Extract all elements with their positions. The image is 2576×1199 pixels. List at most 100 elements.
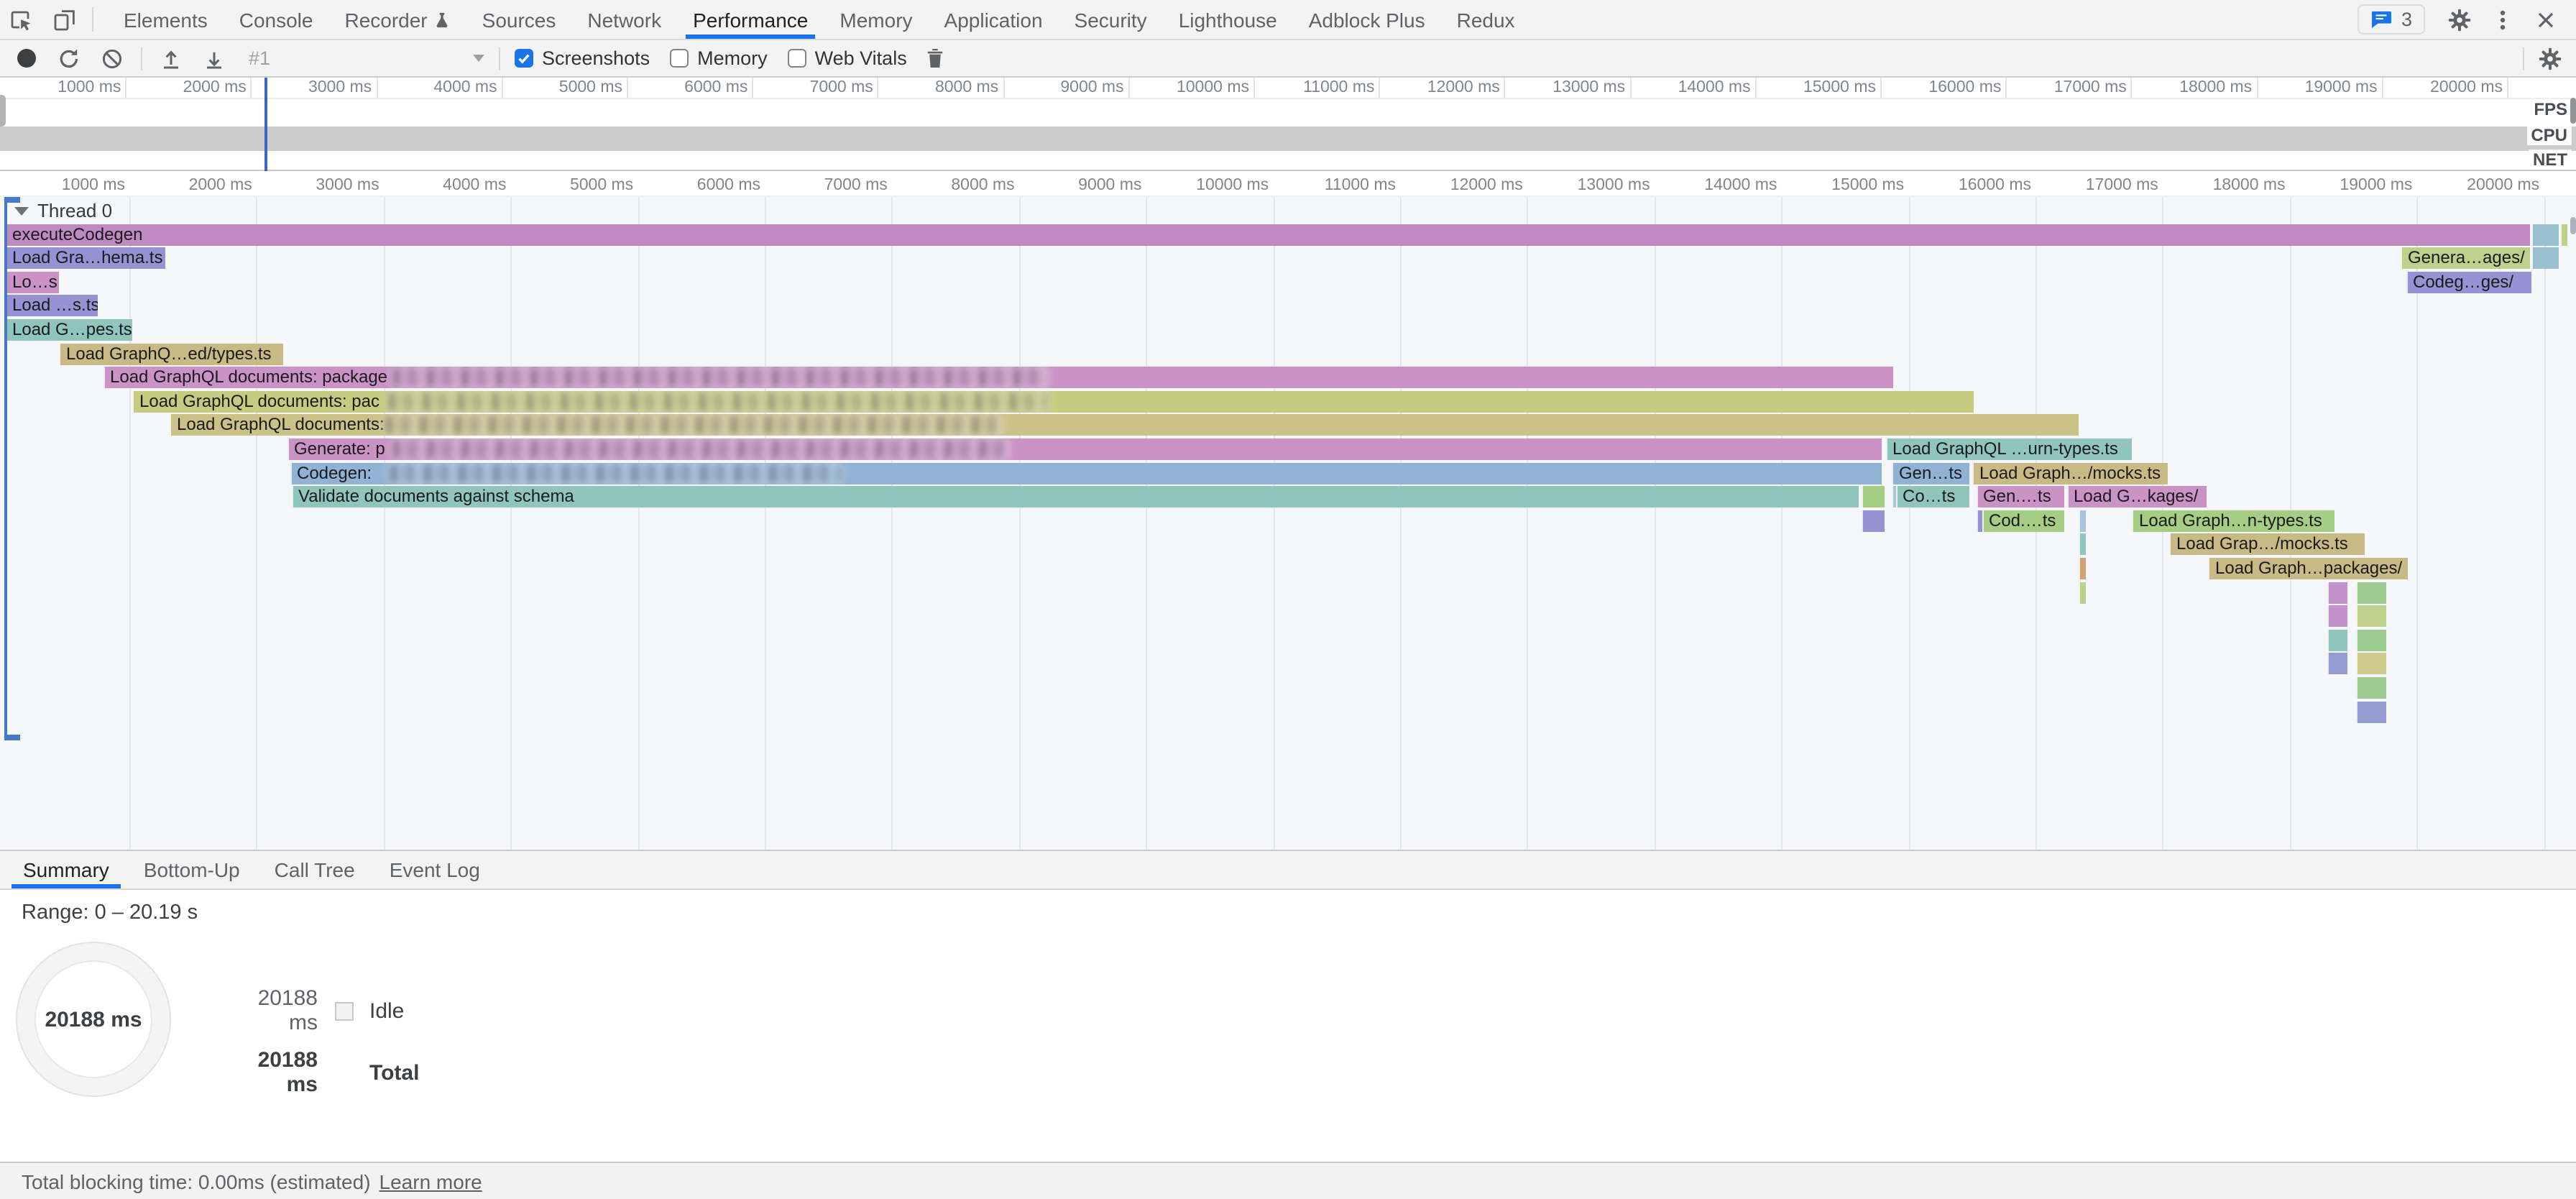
flame-bar[interactable]: Load GraphQL documents: xyxy=(170,415,2078,436)
flame-bar[interactable]: Load GraphQL documents: package xyxy=(103,367,1893,388)
flame-bar-label: Co…ts xyxy=(1903,486,1955,506)
flame-bar-fragment[interactable] xyxy=(2327,582,2347,603)
overview-scrollbar-thumb[interactable] xyxy=(2570,98,2576,124)
flame-bar[interactable]: Validate documents against schema xyxy=(291,486,1858,507)
learn-more-link[interactable]: Learn more xyxy=(380,1170,482,1193)
load-profile-button[interactable] xyxy=(157,44,185,73)
donut-center-label: 20188 ms xyxy=(17,943,170,1095)
thread-header[interactable]: Thread 0 xyxy=(14,200,112,221)
device-toolbar-button[interactable] xyxy=(43,0,86,39)
flame-chart[interactable]: Thread 0 executeCodegenLoad Gra…hema.ts G… xyxy=(0,197,2576,850)
issues-button[interactable]: 3 xyxy=(2358,4,2425,35)
flame-bar-fragment[interactable] xyxy=(2356,677,2386,699)
flame-bar[interactable]: Load Graph…/mocks.ts xyxy=(1972,462,2168,484)
flame-bar-fragment[interactable] xyxy=(2531,224,2558,245)
tab-bottom-up[interactable]: Bottom-Up xyxy=(126,851,257,888)
inspect-element-button[interactable] xyxy=(0,0,43,39)
flame-bar-fragment[interactable] xyxy=(2079,510,2086,531)
flame-bar[interactable]: Load GraphQL documents: pac xyxy=(132,390,1974,412)
tab-event-log[interactable]: Event Log xyxy=(372,851,497,888)
tab-performance[interactable]: Performance xyxy=(677,0,824,39)
flame-bar[interactable]: Load Graph…n-types.ts xyxy=(2132,510,2334,531)
flame-bar[interactable]: Cod.…ts xyxy=(1982,510,2064,531)
save-profile-button[interactable] xyxy=(200,44,229,73)
tab-sources[interactable]: Sources xyxy=(466,0,572,39)
flame-bar-fragment[interactable] xyxy=(2327,605,2347,627)
flame-bar-fragment[interactable] xyxy=(1862,486,1885,507)
tab-recorder[interactable]: Recorder xyxy=(328,0,466,39)
playhead-line[interactable] xyxy=(264,78,267,171)
flame-bar-label: Load GraphQL documents: pac xyxy=(139,390,380,410)
flame-bar[interactable]: Generate: p xyxy=(287,438,1882,460)
delete-recording-button[interactable] xyxy=(921,44,950,73)
flame-bar[interactable]: Codeg…ges/ xyxy=(2406,271,2531,293)
capture-settings-button[interactable] xyxy=(2536,44,2564,73)
tab-network[interactable]: Network xyxy=(571,0,677,39)
clear-button[interactable] xyxy=(98,44,126,73)
flame-bar-fragment[interactable] xyxy=(2079,582,2086,603)
flame-bar-fragment[interactable] xyxy=(2559,224,2567,245)
record-button[interactable] xyxy=(12,44,40,73)
tab-redux[interactable]: Redux xyxy=(1441,0,1531,39)
tab-elements[interactable]: Elements xyxy=(108,0,224,39)
checkbox-web-vitals[interactable]: Web Vitals xyxy=(788,47,907,69)
tab-console[interactable]: Console xyxy=(224,0,329,39)
flame-bar[interactable]: Load …s.ts xyxy=(5,295,98,317)
overview-ruler: 1000 ms2000 ms3000 ms4000 ms5000 ms6000 … xyxy=(0,78,2576,98)
flame-tick-label: 17000 ms xyxy=(2052,177,2158,194)
tab-memory[interactable]: Memory xyxy=(824,0,928,39)
tab-lighthouse[interactable]: Lighthouse xyxy=(1163,0,1293,39)
flame-bar-fragment[interactable] xyxy=(2356,701,2386,722)
flame-bar-fragment[interactable] xyxy=(1862,510,1885,531)
flame-bar[interactable]: Co…ts xyxy=(1895,486,1969,507)
flame-bar[interactable]: Gen.…ts xyxy=(1976,486,2064,507)
flame-bar[interactable]: Load G…kages/ xyxy=(2066,486,2207,507)
flame-bar-fragment[interactable] xyxy=(2356,582,2386,603)
tab-application[interactable]: Application xyxy=(929,0,1059,39)
devtools-window: ElementsConsoleRecorderSourcesNetworkPer… xyxy=(0,0,2576,1199)
flame-bar-fragment[interactable] xyxy=(2356,629,2386,651)
flame-bar[interactable]: Load Grap…/mocks.ts xyxy=(2169,534,2365,556)
close-devtools-button[interactable] xyxy=(2524,8,2567,31)
flame-bar[interactable]: Gen…ts xyxy=(1892,462,1969,484)
tab-security[interactable]: Security xyxy=(1059,0,1163,39)
flame-bar-fragment[interactable] xyxy=(2079,534,2086,556)
flame-bar[interactable]: Load Gra…hema.ts xyxy=(5,247,165,269)
checkbox-memory[interactable]: Memory xyxy=(670,47,768,69)
flame-scrollbar-thumb[interactable] xyxy=(2570,217,2576,234)
flame-bar[interactable]: Lo…s xyxy=(5,271,58,293)
timeline-overview[interactable]: 1000 ms2000 ms3000 ms4000 ms5000 ms6000 … xyxy=(0,78,2576,171)
more-options-button[interactable] xyxy=(2481,8,2524,31)
status-bar: Total blocking time: 0.00ms (estimated) … xyxy=(0,1162,2576,1199)
tab-adblock-plus[interactable]: Adblock Plus xyxy=(1293,0,1441,39)
flame-tick-label: 8000 ms xyxy=(908,177,1015,194)
flame-bar[interactable]: Load Graph…packages/ xyxy=(2208,558,2408,579)
overview-left-handle[interactable] xyxy=(0,95,6,127)
flame-bar-fragment[interactable] xyxy=(2327,629,2347,651)
redacted-text-blur xyxy=(392,368,1046,387)
flame-bar[interactable]: executeCodegen xyxy=(5,224,2530,245)
flame-bar[interactable]: Codegen: xyxy=(290,462,1882,484)
tab-call-tree[interactable]: Call Tree xyxy=(257,851,372,888)
selection-bracket[interactable] xyxy=(4,197,7,740)
flame-bar[interactable]: Genera…ages/ xyxy=(2401,247,2530,269)
range-text: Range: 0 – 20.19 s xyxy=(22,901,198,924)
flame-bar[interactable]: Load G…pes.ts xyxy=(5,319,132,341)
flame-bar[interactable]: Load GraphQL …urn-types.ts xyxy=(1885,438,2132,460)
flame-bar-fragment[interactable] xyxy=(2356,653,2386,675)
device-toolbar-icon xyxy=(53,8,76,31)
flame-bar[interactable]: Load GraphQ…ed/types.ts xyxy=(59,343,283,364)
profile-select[interactable]: #1 xyxy=(243,47,484,69)
flame-bar-fragment[interactable] xyxy=(2356,605,2386,627)
flame-bar-label: Load GraphQL documents: package xyxy=(110,367,387,387)
chat-bubble-icon xyxy=(2371,10,2393,29)
settings-button[interactable] xyxy=(2438,8,2481,31)
flame-bar-fragment[interactable] xyxy=(2079,558,2086,579)
flame-bar-fragment[interactable] xyxy=(2327,653,2347,675)
legend-label: Total xyxy=(369,1060,419,1085)
tab-summary[interactable]: Summary xyxy=(6,851,126,888)
reload-and-record-button[interactable] xyxy=(55,44,83,73)
inspect-cursor-icon xyxy=(10,8,33,31)
checkbox-screenshots[interactable]: Screenshots xyxy=(515,47,650,69)
flame-bar-fragment[interactable] xyxy=(2531,247,2558,269)
